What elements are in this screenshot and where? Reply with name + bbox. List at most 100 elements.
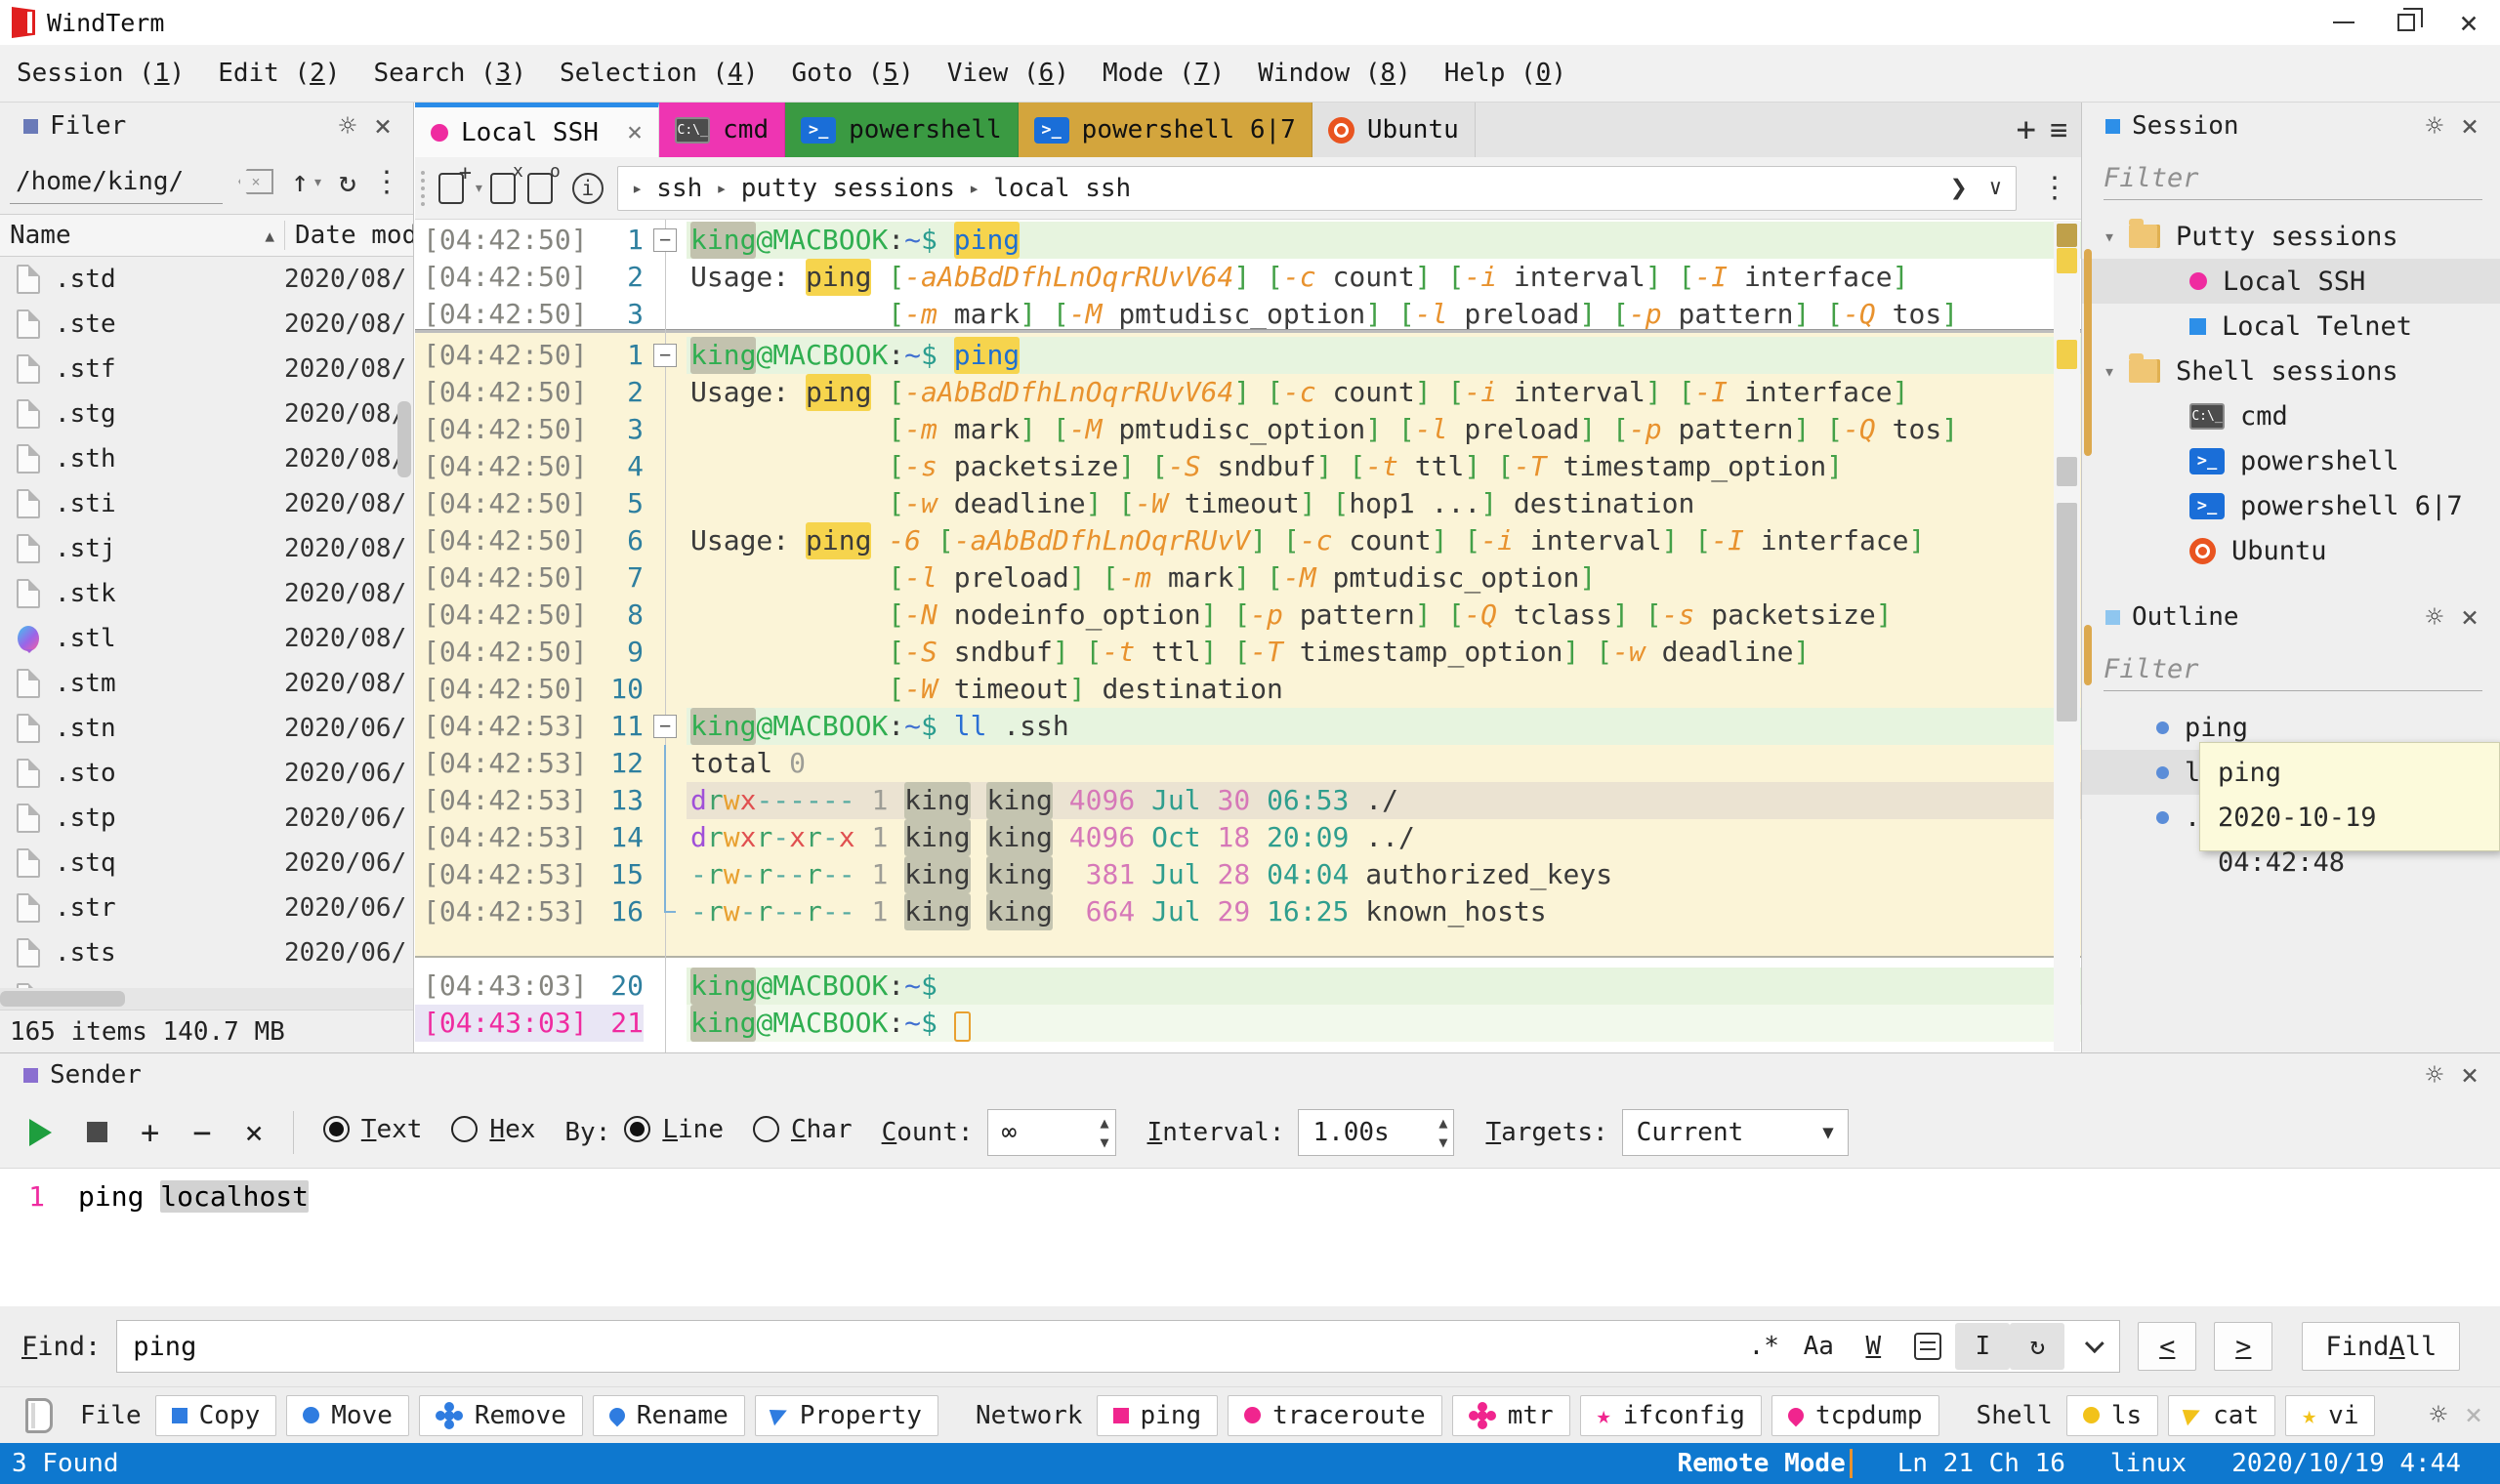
breadcrumb-go-icon[interactable]: ❯ xyxy=(1950,171,1968,205)
radio-line[interactable]: Line xyxy=(624,1115,753,1144)
radio-text[interactable]: Text xyxy=(322,1115,452,1144)
file-row-sth[interactable]: .sth 2020/08/ xyxy=(0,436,413,481)
delete-icon[interactable]: × xyxy=(245,1114,264,1151)
stop-icon[interactable] xyxy=(87,1122,107,1142)
tree-expand-icon[interactable]: ▾ xyxy=(2090,359,2129,383)
new-session-dropdown-icon[interactable]: ▾ xyxy=(474,178,484,198)
fold-marker-icon[interactable]: − xyxy=(653,228,677,252)
up-directory-dropdown-icon[interactable]: ▾ xyxy=(312,172,323,192)
up-directory-icon[interactable]: ↑ xyxy=(291,165,309,199)
fold-gutter[interactable]: − xyxy=(644,708,687,745)
session-item-putty-sessions[interactable]: ▾ Putty sessions xyxy=(2082,214,2500,259)
file-row-stk[interactable]: .stk 2020/08/ xyxy=(0,571,413,616)
close-session-icon[interactable] xyxy=(489,161,523,204)
scrollbar-thumb[interactable] xyxy=(2057,503,2077,721)
add-icon[interactable]: + xyxy=(141,1114,159,1151)
menu-item-session[interactable]: Session (1) xyxy=(0,45,201,102)
outline-scrollbar-thumb[interactable] xyxy=(2084,625,2092,685)
highlight-icon[interactable]: I xyxy=(1955,1323,2011,1370)
fold-gutter[interactable]: − xyxy=(644,222,687,259)
tree-expand-icon[interactable]: ▾ xyxy=(2090,225,2129,248)
menu-item-view[interactable]: View (6) xyxy=(931,45,1086,102)
datetime[interactable]: 2020/10/19 4:44 xyxy=(2231,1449,2461,1478)
sender-editor[interactable]: 1 ping localhost xyxy=(0,1169,2500,1306)
whole-word-icon[interactable]: W xyxy=(1846,1323,1900,1370)
sender-settings-icon[interactable]: ☼ xyxy=(2426,1058,2443,1092)
fold-marker-icon[interactable]: − xyxy=(653,344,677,367)
filer-vscrollbar-thumb[interactable] xyxy=(397,401,411,477)
remove-icon[interactable]: − xyxy=(192,1114,211,1151)
file-row-stq[interactable]: .stq 2020/06/ xyxy=(0,841,413,886)
sender-close-icon[interactable]: × xyxy=(2461,1058,2479,1092)
breadcrumb[interactable]: ▸ ssh ▸ putty sessions ▸ local ssh ❯ ∨ xyxy=(616,165,2017,211)
session-filter-input[interactable]: Filter xyxy=(2104,163,2482,200)
toolbar-button-property[interactable]: Property xyxy=(754,1394,938,1436)
menu-item-edit[interactable]: Edit (2) xyxy=(201,45,356,102)
menu-item-goto[interactable]: Goto (5) xyxy=(774,45,930,102)
outline-filter-input[interactable]: Filter xyxy=(2104,654,2482,691)
info-icon[interactable]: i xyxy=(571,172,604,204)
tab-local-ssh[interactable]: Local SSH × xyxy=(415,103,660,157)
toolbar-button-copy[interactable]: Copy xyxy=(154,1394,277,1436)
tab-powershell[interactable]: >_ powershell xyxy=(785,103,1019,157)
toolbar-button-ls[interactable]: ls xyxy=(2065,1394,2159,1436)
count-spinner[interactable]: ∞ ▲ ▼ xyxy=(986,1108,1116,1156)
wrap-around-icon[interactable]: ↻ xyxy=(2010,1323,2065,1370)
tab-powershell-6-7[interactable]: >_ powershell 6|7 xyxy=(1018,103,1312,157)
toolbar-button-ping[interactable]: ping xyxy=(1096,1394,1219,1436)
session-item-ubuntu[interactable]: Ubuntu xyxy=(2082,528,2500,573)
breadcrumb-dropdown-icon[interactable]: ∨ xyxy=(1989,176,2002,200)
tab-list-menu-icon[interactable]: ≡ xyxy=(2050,113,2067,147)
count-spinner-arrows[interactable]: ▲ ▼ xyxy=(1101,1114,1109,1151)
find-input[interactable]: ping .* Aa W I ↻ xyxy=(116,1320,2121,1373)
tab-cmd[interactable]: C:\_ cmd xyxy=(659,103,786,157)
session-item-local-ssh[interactable]: Local SSH xyxy=(2082,259,2500,304)
toolbar-close-icon[interactable]: × xyxy=(2465,1398,2482,1432)
in-selection-icon[interactable] xyxy=(1900,1323,1955,1370)
breadcrumb-item-putty-sessions[interactable]: putty sessions xyxy=(741,174,955,203)
new-session-icon[interactable] xyxy=(438,161,472,204)
restore-button[interactable] xyxy=(2375,0,2438,45)
session-item-shell-sessions[interactable]: ▾ Shell sessions xyxy=(2082,349,2500,393)
filer-path-input[interactable]: /home/king/ xyxy=(10,159,223,204)
toolbar-button-rename[interactable]: Rename xyxy=(592,1394,745,1436)
filer-hscrollbar-thumb[interactable] xyxy=(0,991,125,1007)
menu-item-search[interactable]: Search (3) xyxy=(356,45,543,102)
file-row-stf[interactable]: .stf 2020/08/ xyxy=(0,347,413,392)
interval-spinner[interactable]: 1.00s ▲ ▼ xyxy=(1298,1108,1455,1156)
menu-item-window[interactable]: Window (8) xyxy=(1241,45,1428,102)
radio-char[interactable]: Char xyxy=(752,1115,882,1144)
file-row-sto[interactable]: .sto 2020/06/ xyxy=(0,751,413,796)
filer-close-icon[interactable]: × xyxy=(374,109,392,144)
session-item-powershell-6-7[interactable]: >_ powershell 6|7 xyxy=(2082,483,2500,528)
toolbar-button-cat[interactable]: cat xyxy=(2168,1394,2276,1436)
toolbar-button-move[interactable]: Move xyxy=(286,1394,409,1436)
fold-marker-icon[interactable]: − xyxy=(653,715,677,738)
session-options-icon[interactable] xyxy=(526,161,561,204)
interval-spinner-arrows[interactable]: ▲ ▼ xyxy=(1438,1114,1447,1151)
file-row-std[interactable]: .std 2020/08/ xyxy=(0,257,413,302)
outline-settings-icon[interactable]: ☼ xyxy=(2426,600,2443,635)
file-row-stp[interactable]: .stp 2020/06/ xyxy=(0,796,413,841)
fold-gutter[interactable]: − xyxy=(644,337,687,374)
file-row-stj[interactable]: .stj 2020/08/ xyxy=(0,526,413,571)
terminal-scrollbar[interactable] xyxy=(2054,221,2080,1051)
cursor-position[interactable]: Ln 21 Ch 16 xyxy=(1897,1449,2065,1478)
toolbar-button-traceroute[interactable]: traceroute xyxy=(1228,1394,1442,1436)
session-item-powershell[interactable]: >_ powershell xyxy=(2082,438,2500,483)
find-all-button[interactable]: Find All xyxy=(2302,1322,2461,1371)
clear-path-icon[interactable]: × xyxy=(238,169,273,194)
regex-icon[interactable]: .* xyxy=(1736,1323,1791,1370)
menu-item-selection[interactable]: Selection (4) xyxy=(543,45,775,102)
drag-handle[interactable] xyxy=(421,170,425,206)
toolbar-button-vi[interactable]: ★ vi xyxy=(2285,1394,2376,1436)
file-row-sts[interactable]: .sts 2020/06/ xyxy=(0,930,413,975)
sidebar-scrollbar-thumb[interactable] xyxy=(2084,249,2092,456)
targets-dropdown[interactable]: Current ▼ xyxy=(1621,1108,1849,1156)
column-name[interactable]: Name ▲ xyxy=(0,221,284,250)
toolbar-button-mtr[interactable]: mtr xyxy=(1451,1394,1570,1436)
session-item-local-telnet[interactable]: Local Telnet xyxy=(2082,304,2500,349)
session-settings-icon[interactable]: ☼ xyxy=(2426,109,2443,144)
more-options-icon[interactable] xyxy=(2064,1323,2119,1370)
os-indicator[interactable]: linux xyxy=(2110,1449,2187,1478)
